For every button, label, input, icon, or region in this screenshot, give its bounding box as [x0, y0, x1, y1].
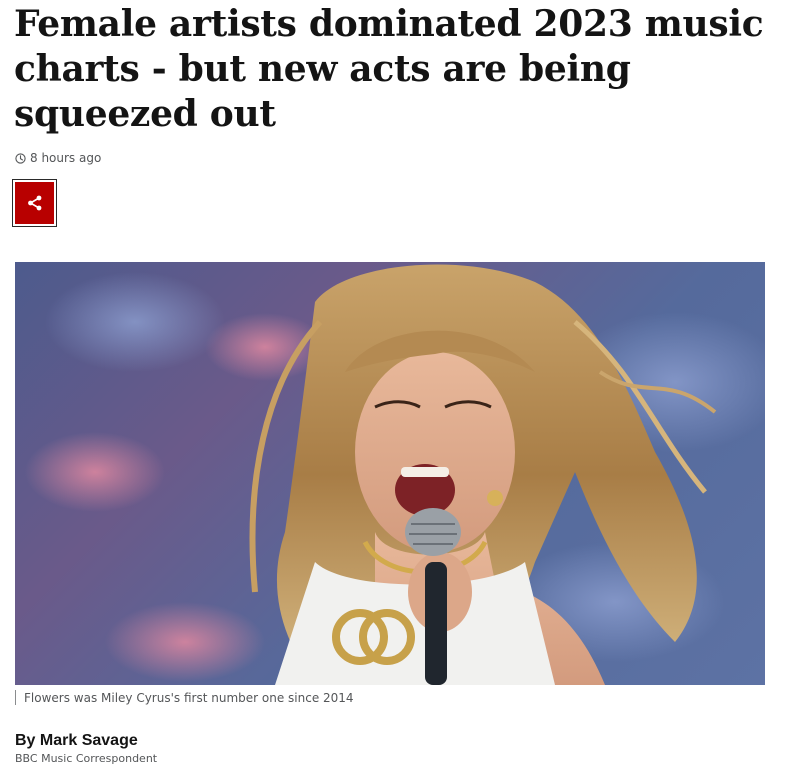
timestamp: 8 hours ago	[30, 151, 102, 165]
article-photo	[15, 262, 765, 685]
byline: By Mark Savage BBC Music Correspondent	[15, 731, 157, 767]
caption-divider	[15, 690, 16, 705]
article-meta: 8 hours ago	[15, 151, 101, 165]
singer-photo-illustration	[25, 264, 765, 685]
clock-icon	[15, 152, 26, 164]
author-role: BBC Music Correspondent	[15, 752, 158, 765]
image-caption: Flowers was Miley Cyrus's first number o…	[15, 690, 354, 705]
share-icon	[26, 194, 44, 212]
article-headline: Female artists dominated 2023 music char…	[14, 3, 764, 135]
share-button[interactable]	[12, 179, 57, 227]
author-name: By Mark Savage	[15, 732, 138, 749]
caption-text: Flowers was Miley Cyrus's first number o…	[24, 690, 354, 705]
